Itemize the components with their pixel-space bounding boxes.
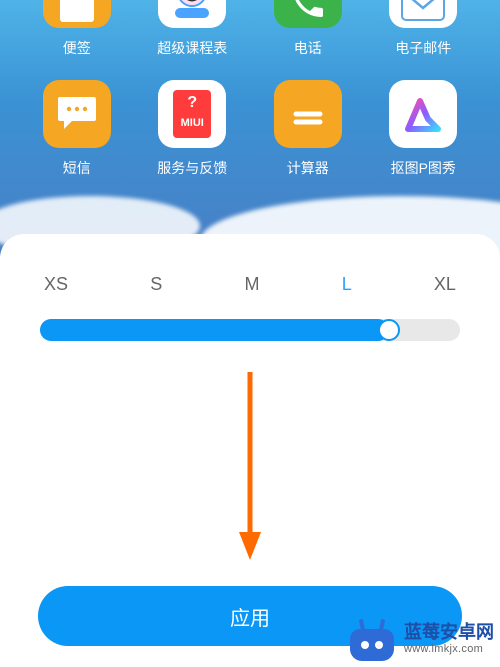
miui-tag-text: MIUI (181, 117, 204, 129)
app-label: 超级课程表 (157, 38, 227, 58)
size-slider-thumb[interactable] (378, 319, 400, 341)
app-phone[interactable]: 电话 (259, 0, 357, 58)
app-label: 电话 (294, 38, 322, 58)
app-calculator[interactable]: 计算器 (259, 80, 357, 178)
app-sms[interactable]: 短信 (28, 80, 126, 178)
apply-button-label: 应用 (230, 602, 270, 631)
app-label: 抠图P图秀 (391, 158, 456, 178)
size-option-m[interactable]: M (244, 274, 259, 295)
notes-icon (43, 0, 111, 28)
app-label: 服务与反馈 (157, 158, 227, 178)
watermark-url: www.lmkjx.com (404, 643, 494, 656)
calculator-icon (274, 80, 342, 148)
miui-feedback-icon: MIUI (158, 80, 226, 148)
size-option-l[interactable]: L (342, 274, 352, 295)
app-label: 计算器 (287, 158, 329, 178)
sms-icon (43, 80, 111, 148)
app-notes[interactable]: 便签 (28, 0, 126, 58)
class-schedule-icon (158, 0, 226, 28)
size-option-xs[interactable]: XS (44, 274, 68, 295)
mail-icon (389, 0, 457, 28)
app-label: 短信 (63, 158, 91, 178)
app-class-schedule[interactable]: 超级课程表 (144, 0, 242, 58)
home-screen-preview: 便签 超级课程表 电话 (0, 0, 500, 256)
watermark: 蓝莓安卓网 www.lmkjx.com (348, 617, 494, 661)
size-option-s[interactable]: S (150, 274, 162, 295)
app-mail[interactable]: 电子邮件 (375, 0, 473, 58)
app-feedback[interactable]: MIUI 服务与反馈 (144, 80, 242, 178)
watermark-title: 蓝莓安卓网 (404, 622, 494, 643)
size-slider[interactable] (40, 319, 460, 341)
koutu-icon (389, 80, 457, 148)
size-option-xl[interactable]: XL (434, 274, 456, 295)
size-panel: XS S M L XL 应用 (0, 234, 500, 666)
size-slider-container (0, 295, 500, 341)
app-koutu[interactable]: 抠图P图秀 (375, 80, 473, 178)
size-options: XS S M L XL (0, 274, 500, 295)
app-grid: 便签 超级课程表 电话 (0, 0, 500, 178)
phone-icon (274, 0, 342, 28)
app-label: 电子邮件 (395, 38, 451, 58)
android-mascot-icon (348, 617, 396, 661)
size-slider-fill (40, 319, 389, 341)
app-label: 便签 (63, 38, 91, 58)
